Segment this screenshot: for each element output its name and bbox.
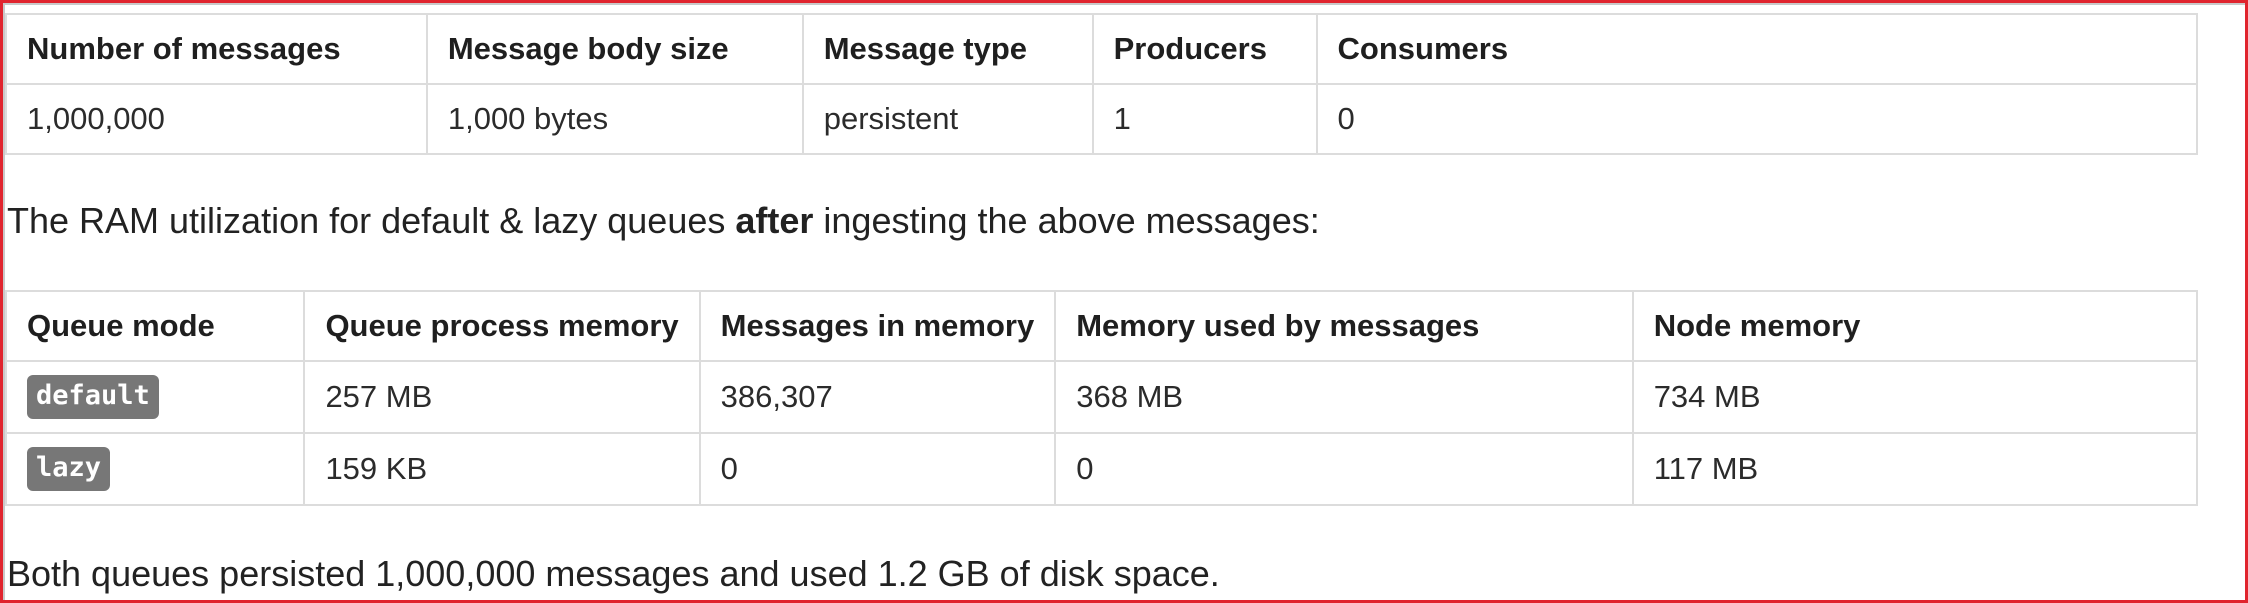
intro-text-before: The RAM utilization for default & lazy q… [7,200,736,241]
cell-memory-used-by-messages: 368 MB [1054,360,1634,434]
table-header-row: Number of messages Message body size Mes… [5,13,2199,85]
cell-messages-in-memory: 386,307 [698,360,1057,434]
cell-node-memory: 117 MB [1631,432,2199,506]
cell-producers: 1 [1091,83,1318,155]
header-queue-process-memory: Queue process memory [303,290,701,362]
ram-utilization-intro: The RAM utilization for default & lazy q… [7,200,1320,242]
cell-queue-mode: default [4,360,306,434]
cell-queue-process-memory: 159 KB [303,432,701,506]
queue-mode-code-badge: default [27,374,159,420]
table-row: lazy 159 KB 0 0 117 MB [4,432,2199,506]
header-messages-in-memory: Messages in memory [698,290,1057,362]
cell-memory-used-by-messages: 0 [1054,432,1634,506]
disk-usage-summary: Both queues persisted 1,000,000 messages… [7,553,1220,594]
header-consumers: Consumers [1315,13,2199,85]
table-row: 1,000,000 1,000 bytes persistent 1 0 [5,83,2199,155]
table-row: default 257 MB 386,307 368 MB 734 MB [4,360,2199,434]
cell-queue-mode: lazy [4,432,306,506]
intro-text-bold: after [735,200,814,241]
cell-queue-process-memory: 257 MB [303,360,701,434]
document-content: Number of messages Message body size Mes… [0,0,2248,603]
header-number-of-messages: Number of messages [5,13,428,85]
queue-mode-code-badge: lazy [27,446,111,492]
table-header-row: Queue mode Queue process memory Messages… [4,290,2199,362]
cell-message-body-size: 1,000 bytes [425,83,804,155]
header-message-body-size: Message body size [425,13,804,85]
header-producers: Producers [1091,13,1318,85]
header-queue-mode: Queue mode [4,290,306,362]
cell-number-of-messages: 1,000,000 [5,83,428,155]
header-node-memory: Node memory [1631,290,2199,362]
cell-consumers: 0 [1315,83,2199,155]
cell-message-type: persistent [801,83,1094,155]
ram-utilization-table: Queue mode Queue process memory Messages… [4,290,2199,506]
cell-messages-in-memory: 0 [698,432,1057,506]
header-memory-used-by-messages: Memory used by messages [1054,290,1634,362]
cell-node-memory: 734 MB [1631,360,2199,434]
header-message-type: Message type [801,13,1094,85]
benchmark-parameters-table: Number of messages Message body size Mes… [5,13,2199,155]
intro-text-after: ingesting the above messages: [813,200,1320,241]
